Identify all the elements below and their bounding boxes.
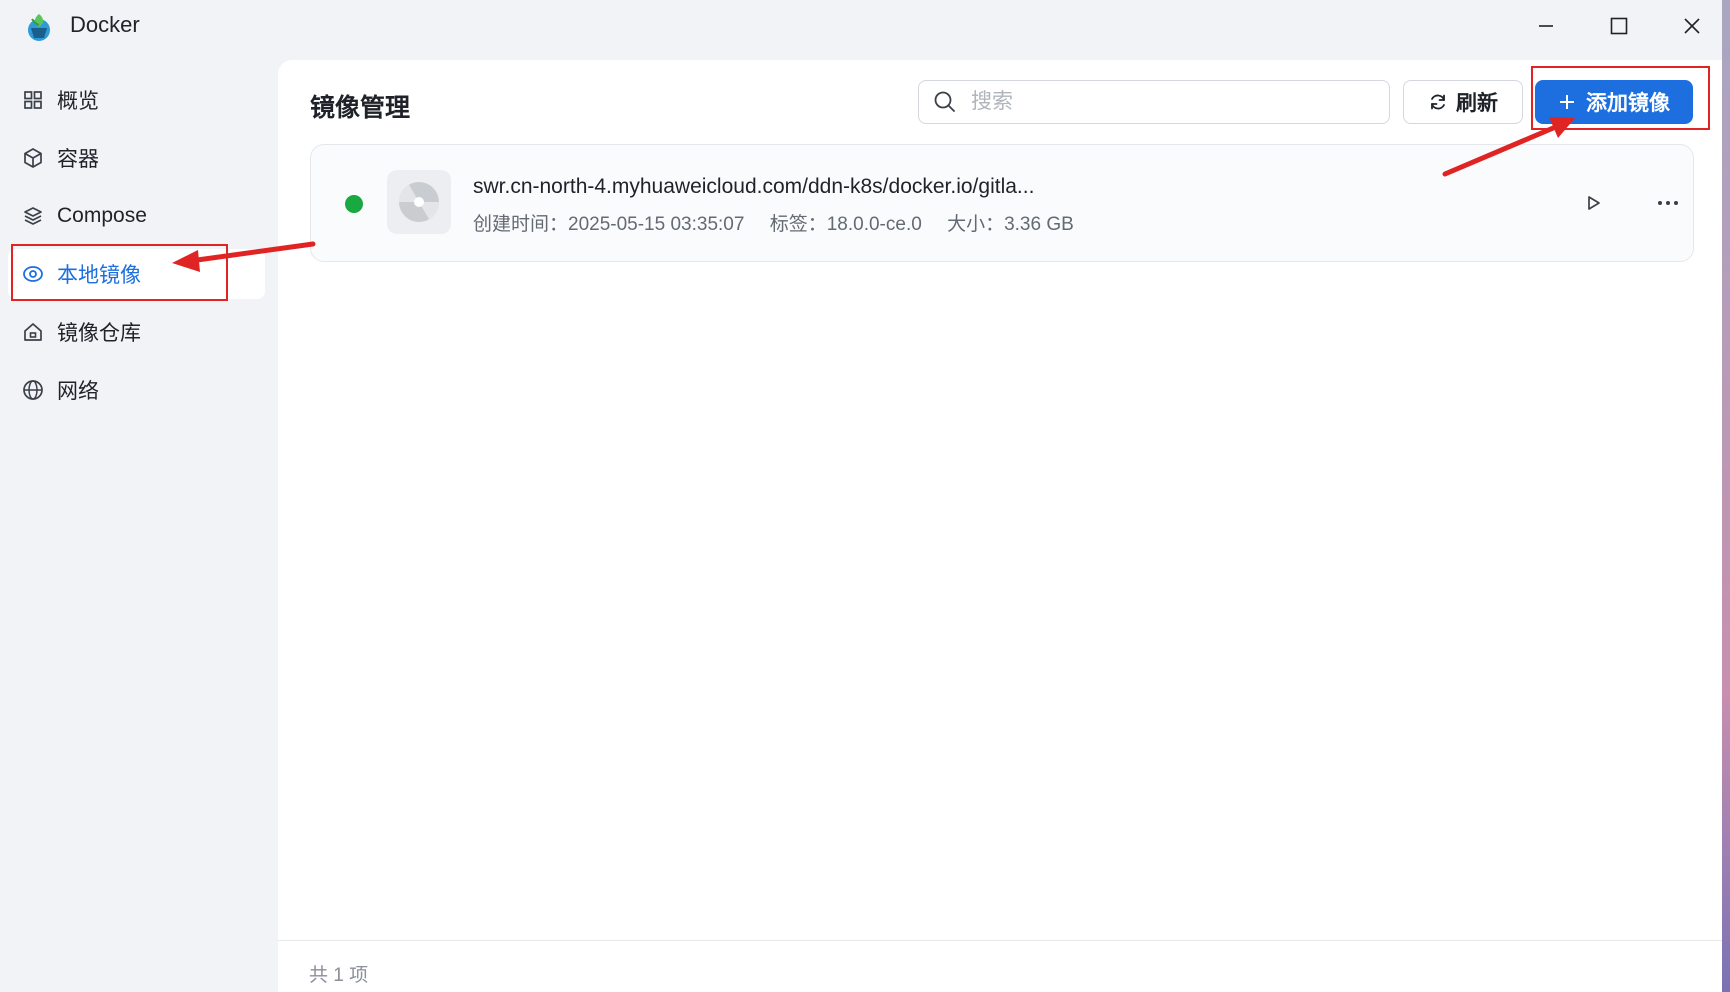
sidebar-item-containers[interactable]: 容器 (8, 133, 265, 183)
item-count: 共 1 项 (309, 965, 369, 986)
more-button[interactable] (1648, 183, 1688, 223)
search-box[interactable] (918, 80, 1390, 124)
sidebar-item-compose[interactable]: Compose (8, 191, 265, 241)
house-icon (21, 320, 45, 344)
sidebar-item-registry[interactable]: 镜像仓库 (8, 307, 265, 357)
main-panel: 镜像管理 刷新 添加镜像 (278, 60, 1730, 992)
layers-icon (21, 204, 45, 228)
status-indicator (345, 195, 363, 213)
sidebar-item-label: 概览 (57, 90, 99, 113)
page-title: 镜像管理 (310, 94, 411, 122)
search-icon (933, 89, 959, 115)
footer-divider (278, 940, 1730, 941)
close-icon (1684, 18, 1700, 34)
image-list-item[interactable]: swr.cn-north-4.myhuaweicloud.com/ddn-k8s… (310, 144, 1694, 262)
maximize-button[interactable] (1591, 6, 1647, 46)
image-size: 大小：3.36 GB (947, 214, 1074, 235)
refresh-icon (1431, 94, 1445, 110)
title-bar: Docker (0, 0, 1730, 56)
image-tag: 标签：18.0.0-ce.0 (769, 214, 922, 235)
docker-logo-icon (22, 10, 56, 44)
minimize-button[interactable] (1518, 6, 1574, 46)
window-title: Docker (70, 12, 140, 37)
globe-icon (21, 378, 45, 402)
image-name: swr.cn-north-4.myhuaweicloud.com/ddn-k8s… (473, 175, 1035, 198)
desktop-background-edge (1722, 0, 1730, 992)
grid-icon (21, 88, 45, 112)
run-button[interactable] (1573, 183, 1613, 223)
box-icon (21, 146, 45, 170)
sidebar-item-label: 镜像仓库 (57, 322, 141, 345)
more-icon (1658, 201, 1678, 205)
sidebar-item-label: 网络 (57, 380, 99, 403)
refresh-label: 刷新 (1456, 92, 1498, 115)
close-button[interactable] (1664, 6, 1720, 46)
refresh-button[interactable]: 刷新 (1403, 80, 1523, 124)
annotation-box-sidebar (11, 244, 228, 301)
image-disc-icon (387, 170, 451, 234)
annotation-box-add-button (1531, 66, 1710, 130)
search-input[interactable] (969, 83, 1373, 121)
play-icon (1588, 196, 1600, 210)
image-meta: 创建时间：2025-05-15 03:35:07 标签：18.0.0-ce.0 … (473, 209, 1094, 236)
maximize-icon (1610, 17, 1628, 35)
sidebar-item-label: Compose (57, 204, 147, 227)
sidebar-item-overview[interactable]: 概览 (8, 75, 265, 125)
minimize-icon (1539, 25, 1553, 27)
image-created: 创建时间：2025-05-15 03:35:07 (473, 214, 745, 235)
sidebar-item-label: 容器 (57, 148, 99, 171)
sidebar-item-network[interactable]: 网络 (8, 365, 265, 415)
